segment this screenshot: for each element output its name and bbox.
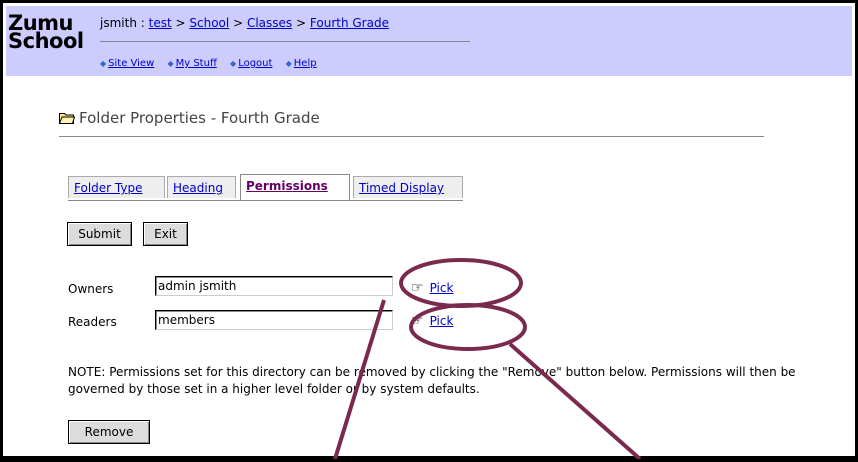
diamond-icon: ◆ xyxy=(167,59,174,68)
breadcrumb-item-fourth-grade[interactable]: Fourth Grade xyxy=(310,16,389,30)
tab-folder-type-label[interactable]: Folder Type xyxy=(74,181,142,195)
tab-heading-label[interactable]: Heading xyxy=(173,181,223,195)
pointing-hand-icon: ☞ xyxy=(411,313,424,329)
tab-permissions[interactable]: Permissions xyxy=(240,174,350,200)
breadcrumb: jsmith : test > School > Classes > Fourt… xyxy=(100,16,389,30)
nav-logout[interactable]: Logout xyxy=(238,58,272,69)
readers-pick: ☞ Pick xyxy=(411,313,453,329)
diamond-icon: ◆ xyxy=(285,59,292,68)
owners-field[interactable]: admin jsmith xyxy=(155,276,393,296)
window-frame: Zumu School jsmith : test > School > Cla… xyxy=(0,0,858,462)
nav-help[interactable]: Help xyxy=(294,58,317,69)
breadcrumb-user: jsmith xyxy=(100,16,137,30)
tab-permissions-label[interactable]: Permissions xyxy=(246,179,328,193)
diamond-icon: ◆ xyxy=(230,59,237,68)
tabs-underline xyxy=(68,200,463,201)
breadcrumb-item-school[interactable]: School xyxy=(189,16,229,30)
tab-folder-type[interactable]: Folder Type xyxy=(68,176,165,198)
nav-site-view[interactable]: Site View xyxy=(108,58,154,69)
header-bar: Zumu School jsmith : test > School > Cla… xyxy=(6,6,852,76)
tab-heading[interactable]: Heading xyxy=(167,176,236,198)
owners-pick-link[interactable]: Pick xyxy=(430,281,454,295)
header-divider xyxy=(100,41,470,42)
submit-button[interactable]: Submit xyxy=(67,222,132,246)
breadcrumb-item-test[interactable]: test xyxy=(149,16,172,30)
readers-field[interactable]: members xyxy=(155,310,393,330)
page-content: Zumu School jsmith : test > School > Cla… xyxy=(6,6,852,456)
tab-timed-display[interactable]: Timed Display xyxy=(353,176,463,198)
folder-icon xyxy=(59,113,75,124)
exit-button[interactable]: Exit xyxy=(143,222,188,246)
title-divider xyxy=(59,136,764,137)
nav-links: ◆ Site View ◆ My Stuff ◆ Logout ◆ Help xyxy=(100,58,327,69)
owners-pick: ☞ Pick xyxy=(411,280,453,296)
tab-timed-display-label[interactable]: Timed Display xyxy=(359,181,444,195)
breadcrumb-separator: : xyxy=(140,16,145,30)
owners-label: Owners xyxy=(68,282,114,296)
pointing-hand-icon: ☞ xyxy=(411,280,424,296)
logo-line2: School xyxy=(8,29,84,53)
nav-my-stuff[interactable]: My Stuff xyxy=(176,58,217,69)
permissions-note: NOTE: Permissions set for this directory… xyxy=(68,365,796,396)
readers-pick-link[interactable]: Pick xyxy=(430,314,454,328)
remove-button[interactable]: Remove xyxy=(68,420,150,444)
logo[interactable]: Zumu School xyxy=(8,13,84,53)
readers-label: Readers xyxy=(68,315,117,329)
page-title: Folder Properties - Fourth Grade xyxy=(59,109,320,127)
page-title-text: Folder Properties - Fourth Grade xyxy=(79,109,320,127)
breadcrumb-item-classes[interactable]: Classes xyxy=(247,16,292,30)
diamond-icon: ◆ xyxy=(100,59,107,68)
